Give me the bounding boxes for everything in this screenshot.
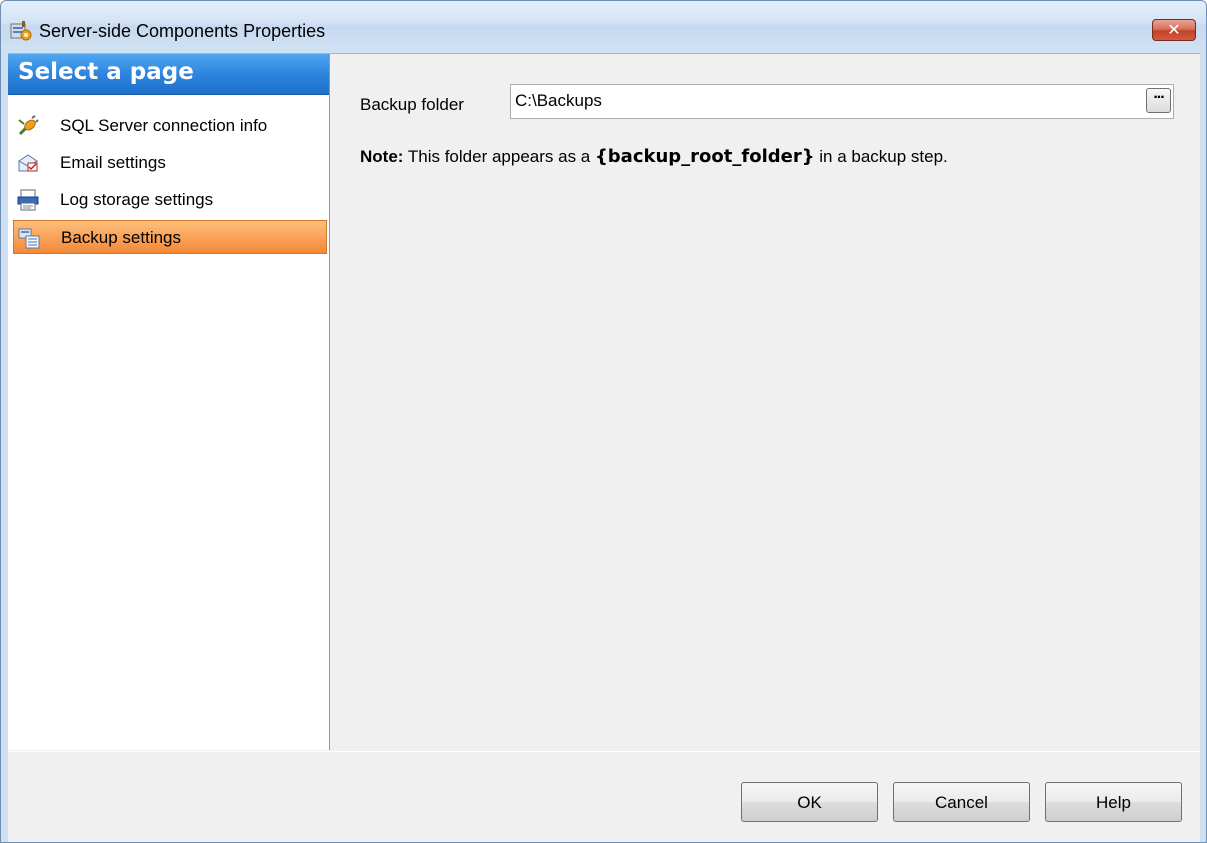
sidebar-header-title: Select a page [18, 59, 194, 85]
backup-settings-page: Backup folder ... Note: This folder appe… [330, 54, 1200, 750]
backup-folder-input[interactable] [515, 87, 1145, 115]
ellipsis-icon: ... [1153, 85, 1164, 102]
sidebar-item-email-settings[interactable]: Email settings [13, 146, 327, 180]
note-variable: {backup_root_folder} [594, 146, 815, 167]
connection-plug-icon [18, 115, 39, 136]
window-title: Server-side Components Properties [39, 21, 326, 41]
cancel-button-label: Cancel [935, 793, 988, 812]
backup-folder-field[interactable]: ... [510, 84, 1174, 119]
email-icon [18, 154, 38, 172]
sidebar-item-log-storage-settings[interactable]: Log storage settings [13, 183, 327, 217]
help-button[interactable]: Help [1045, 782, 1182, 822]
settings-app-icon [10, 21, 32, 41]
close-icon: ✕ [1167, 20, 1181, 39]
backup-folder-note: Note: This folder appears as a {backup_r… [360, 146, 948, 167]
cancel-button[interactable]: Cancel [893, 782, 1030, 822]
log-storage-icon [17, 189, 39, 211]
page-selector-sidebar: Select a page SQL Server connection info [8, 54, 330, 750]
ok-button-label: OK [797, 793, 822, 812]
browse-folder-button[interactable]: ... [1146, 85, 1171, 113]
note-prefix: Note: [360, 147, 404, 166]
note-text-2: in a backup step. [814, 147, 948, 166]
sidebar-item-label: Email settings [60, 153, 166, 172]
ok-button[interactable]: OK [741, 782, 878, 822]
title-bar[interactable]: Server-side Components Properties ✕ [1, 1, 1206, 47]
dialog-footer: OK Cancel Help [8, 751, 1200, 842]
backup-settings-icon [18, 228, 40, 249]
sidebar-item-label: Log storage settings [60, 190, 214, 209]
properties-dialog: Server-side Components Properties ✕ Sele… [0, 0, 1207, 843]
sidebar-item-sql-server-connection-info[interactable]: SQL Server connection info [13, 109, 327, 143]
sidebar-item-label: SQL Server connection info [60, 116, 268, 135]
sidebar-item-label: Backup settings [61, 228, 182, 247]
sidebar-header: Select a page [8, 54, 329, 95]
help-button-label: Help [1096, 793, 1131, 812]
backup-folder-label: Backup folder [360, 95, 464, 114]
note-text-1: This folder appears as a [403, 147, 595, 166]
dialog-client-area: Select a page SQL Server connection info [8, 53, 1200, 842]
close-button[interactable]: ✕ [1152, 19, 1196, 41]
sidebar-item-backup-settings[interactable]: Backup settings [13, 220, 327, 254]
